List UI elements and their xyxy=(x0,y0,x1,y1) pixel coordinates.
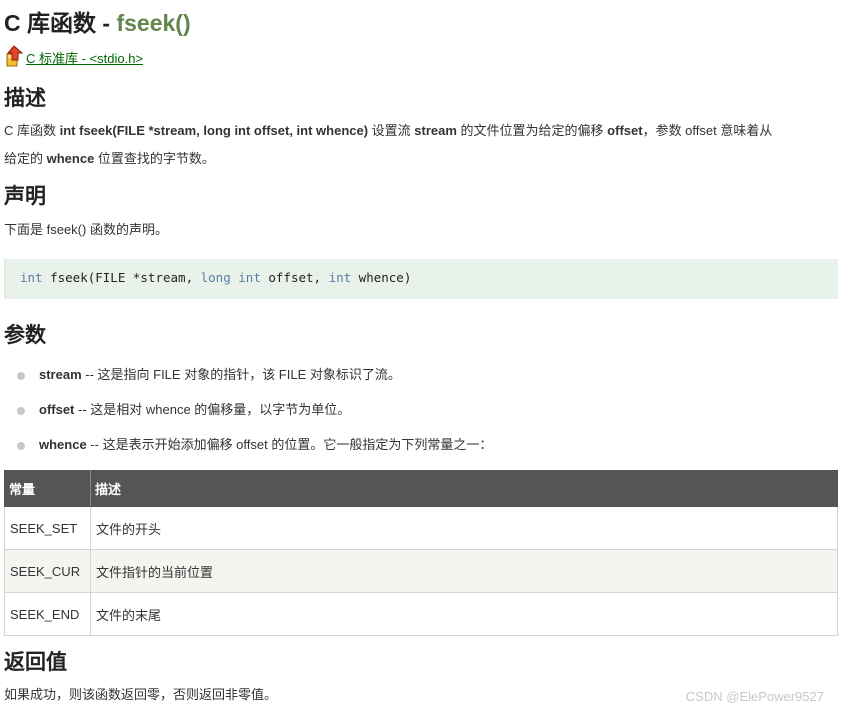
back-link-label[interactable]: C 标准库 - <stdio.h> xyxy=(26,48,143,67)
table-header-constant: 常量 xyxy=(4,470,91,507)
table-row: SEEK_SET 文件的开头 xyxy=(4,506,838,550)
section-heading-declaration: 声明 xyxy=(4,185,46,208)
bullet-icon xyxy=(17,442,25,450)
section-heading-parameters: 参数 xyxy=(4,324,46,347)
title-function: fseek() xyxy=(116,10,191,36)
table-cell: SEEK_CUR xyxy=(4,549,91,593)
up-arrow-icon xyxy=(4,44,25,68)
bullet-icon xyxy=(17,372,25,380)
table-row: SEEK_CUR 文件指针的当前位置 xyxy=(4,549,838,593)
list-item: whence -- 这是表示开始添加偏移 offset 的位置。它一般指定为下列… xyxy=(4,430,492,465)
list-item: stream -- 这是指向 FILE 对象的指针，该 FILE 对象标识了流。 xyxy=(4,360,492,395)
constants-table: 常量 描述 SEEK_SET 文件的开头 SEEK_CUR 文件指针的当前位置 … xyxy=(4,470,838,636)
table-header-row: 常量 描述 xyxy=(4,470,838,507)
list-item: offset -- 这是相对 whence 的偏移量，以字节为单位。 xyxy=(4,395,492,430)
table-cell: 文件的末尾 xyxy=(90,592,838,636)
section-heading-return-value: 返回值 xyxy=(4,651,67,674)
description-text: C 库函数 int fseek(FILE *stream, long int o… xyxy=(4,123,773,166)
back-link[interactable]: C 标准库 - <stdio.h> xyxy=(4,42,143,68)
parameter-list: stream -- 这是指向 FILE 对象的指针，该 FILE 对象标识了流。… xyxy=(4,360,492,465)
table-header-description: 描述 xyxy=(90,470,838,507)
page-title: C 库函数 - fseek() xyxy=(4,4,191,38)
table-cell: 文件指针的当前位置 xyxy=(90,549,838,593)
table-row: SEEK_END 文件的末尾 xyxy=(4,592,838,636)
code-block: int fseek(FILE *stream, long int offset,… xyxy=(4,259,838,299)
declaration-text: 下面是 fseek() 函数的声明。 xyxy=(4,222,168,237)
title-prefix: C 库函数 - xyxy=(4,10,117,36)
table-cell: 文件的开头 xyxy=(90,506,838,550)
bullet-icon xyxy=(17,407,25,415)
table-cell: SEEK_END xyxy=(4,592,91,636)
table-cell: SEEK_SET xyxy=(4,506,91,550)
section-heading-description: 描述 xyxy=(4,87,46,110)
watermark: CSDN @ElePower9527 xyxy=(685,689,824,704)
